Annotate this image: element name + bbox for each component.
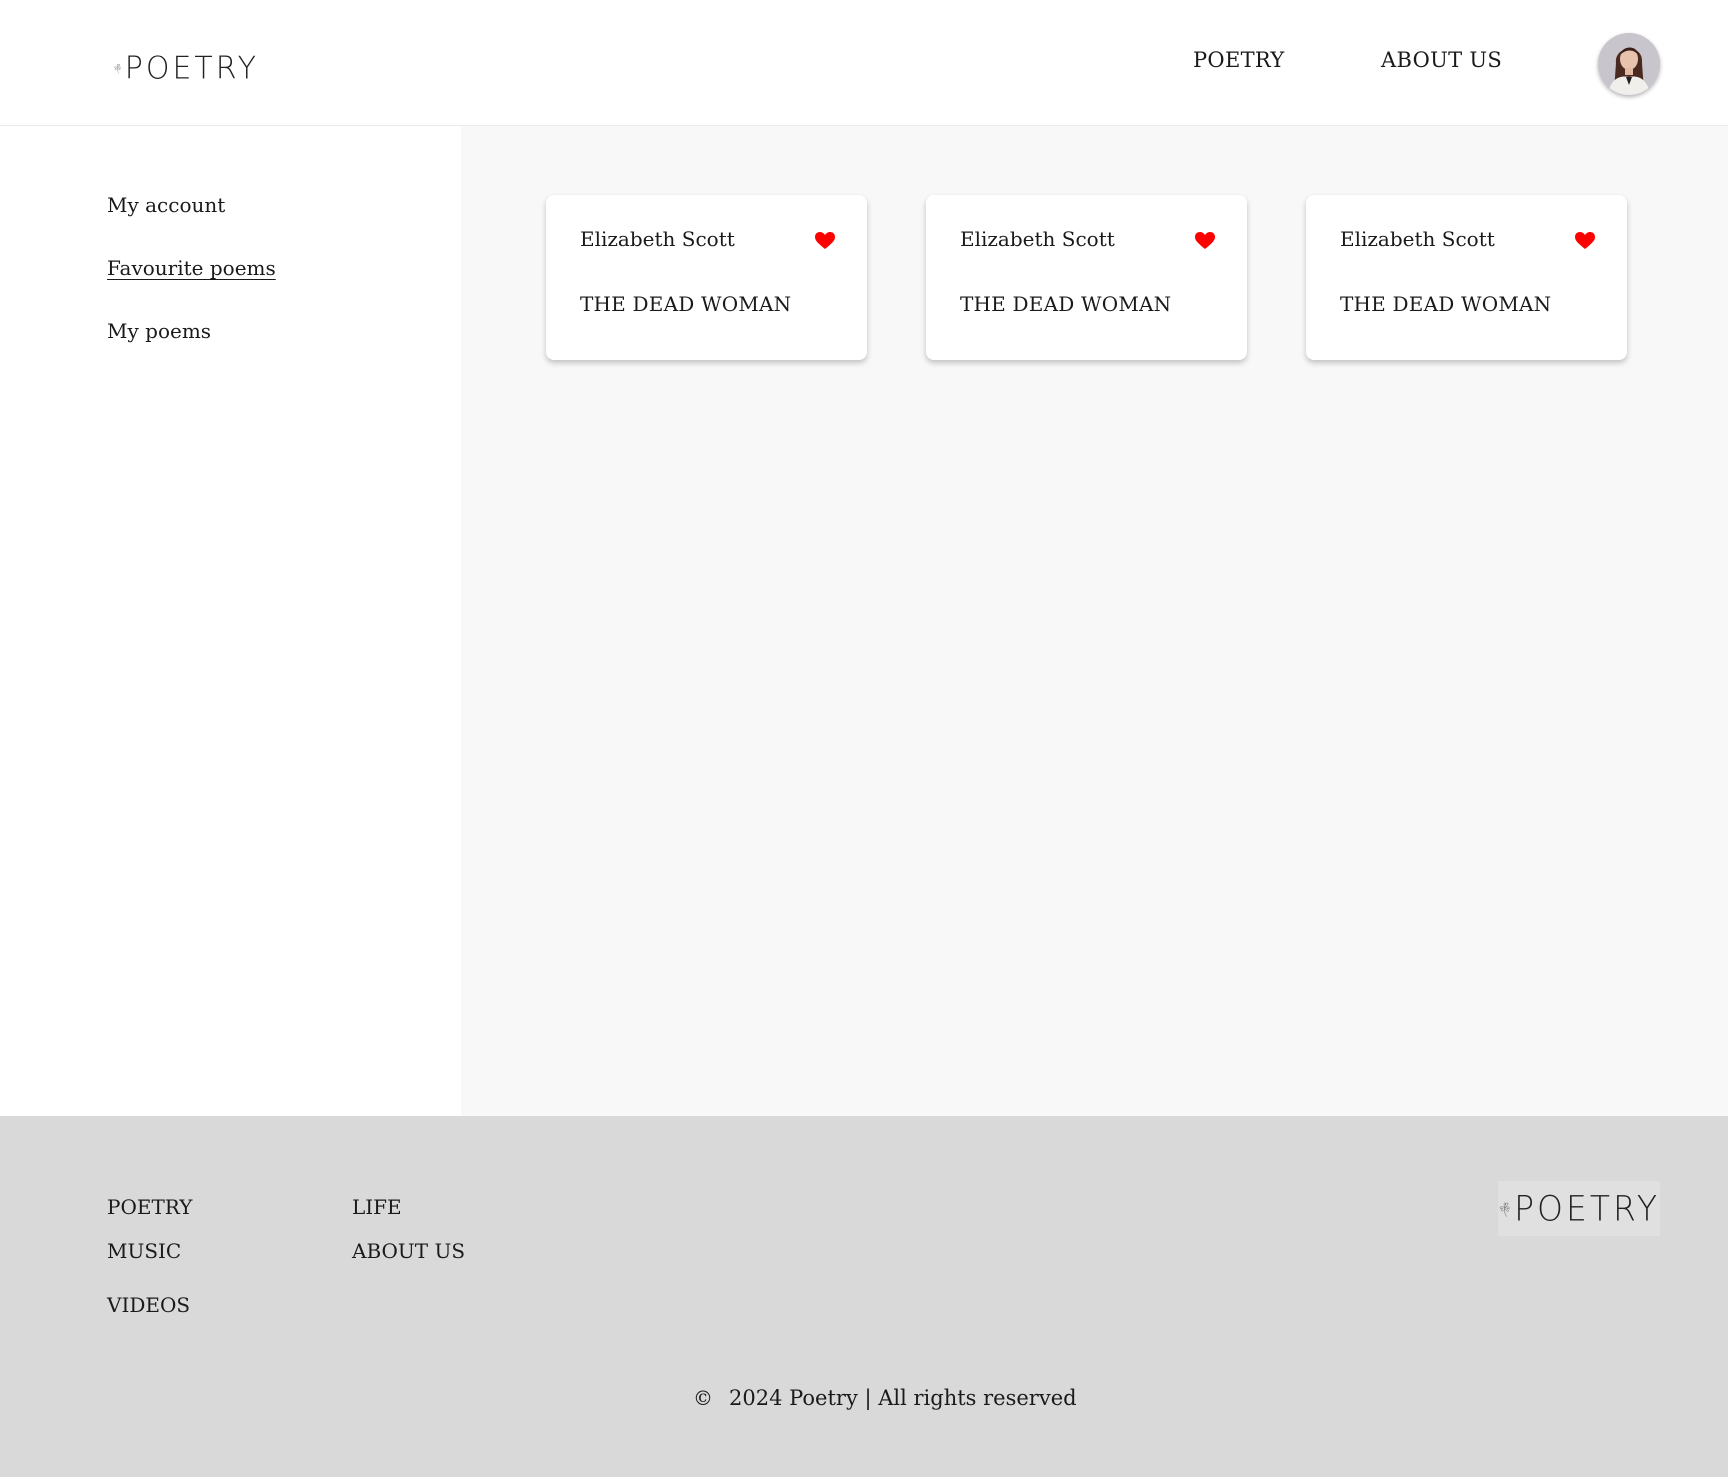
footer-link-about-us[interactable]: ABOUT US <box>352 1239 465 1263</box>
poem-title: THE DEAD WOMAN <box>960 292 1172 316</box>
poem-card[interactable]: Elizabeth Scott THE DEAD WOMAN <box>1306 195 1627 360</box>
copyright-notice: © 2024 Poetry | All rights reserved <box>693 1386 1077 1410</box>
sidebar-item-my-account[interactable]: My account <box>107 193 225 217</box>
copyright-text: 2024 Poetry | All rights reserved <box>729 1386 1077 1410</box>
heart-icon[interactable] <box>1575 232 1595 250</box>
logo-wordmark: POETRY <box>124 49 259 87</box>
poem-author: Elizabeth Scott <box>960 227 1115 251</box>
poem-author: Elizabeth Scott <box>1340 227 1495 251</box>
copyright-icon: © <box>693 1386 713 1410</box>
poem-card[interactable]: Elizabeth Scott THE DEAD WOMAN <box>926 195 1247 360</box>
poem-title: THE DEAD WOMAN <box>1340 292 1552 316</box>
poem-title: THE DEAD WOMAN <box>580 292 792 316</box>
user-avatar[interactable] <box>1598 33 1660 95</box>
heart-icon[interactable] <box>1195 232 1215 250</box>
avatar-portrait <box>1598 33 1660 95</box>
site-header: POETRY POETRY ABOUT US <box>0 0 1728 126</box>
poem-card[interactable]: Elizabeth Scott THE DEAD WOMAN <box>546 195 867 360</box>
site-logo[interactable]: POETRY <box>113 42 259 94</box>
sidebar-item-favourite-poems[interactable]: Favourite poems <box>107 256 276 280</box>
footer-logo[interactable]: POETRY <box>1498 1181 1660 1236</box>
sidebar-item-my-poems[interactable]: My poems <box>107 319 211 343</box>
footer-link-poetry[interactable]: POETRY <box>107 1195 192 1219</box>
footer-link-videos[interactable]: VIDEOS <box>107 1293 190 1317</box>
nav-poetry-link[interactable]: POETRY <box>1193 48 1285 72</box>
poem-author: Elizabeth Scott <box>580 227 735 251</box>
clover-icon <box>114 63 121 74</box>
heart-icon[interactable] <box>815 232 835 250</box>
footer-link-life[interactable]: LIFE <box>352 1195 402 1219</box>
logo-wordmark: POETRY <box>1514 1188 1660 1229</box>
clover-icon <box>1499 1202 1510 1217</box>
site-footer <box>0 1116 1728 1477</box>
footer-link-music[interactable]: MUSIC <box>107 1239 181 1263</box>
nav-about-us-link[interactable]: ABOUT US <box>1381 48 1502 72</box>
